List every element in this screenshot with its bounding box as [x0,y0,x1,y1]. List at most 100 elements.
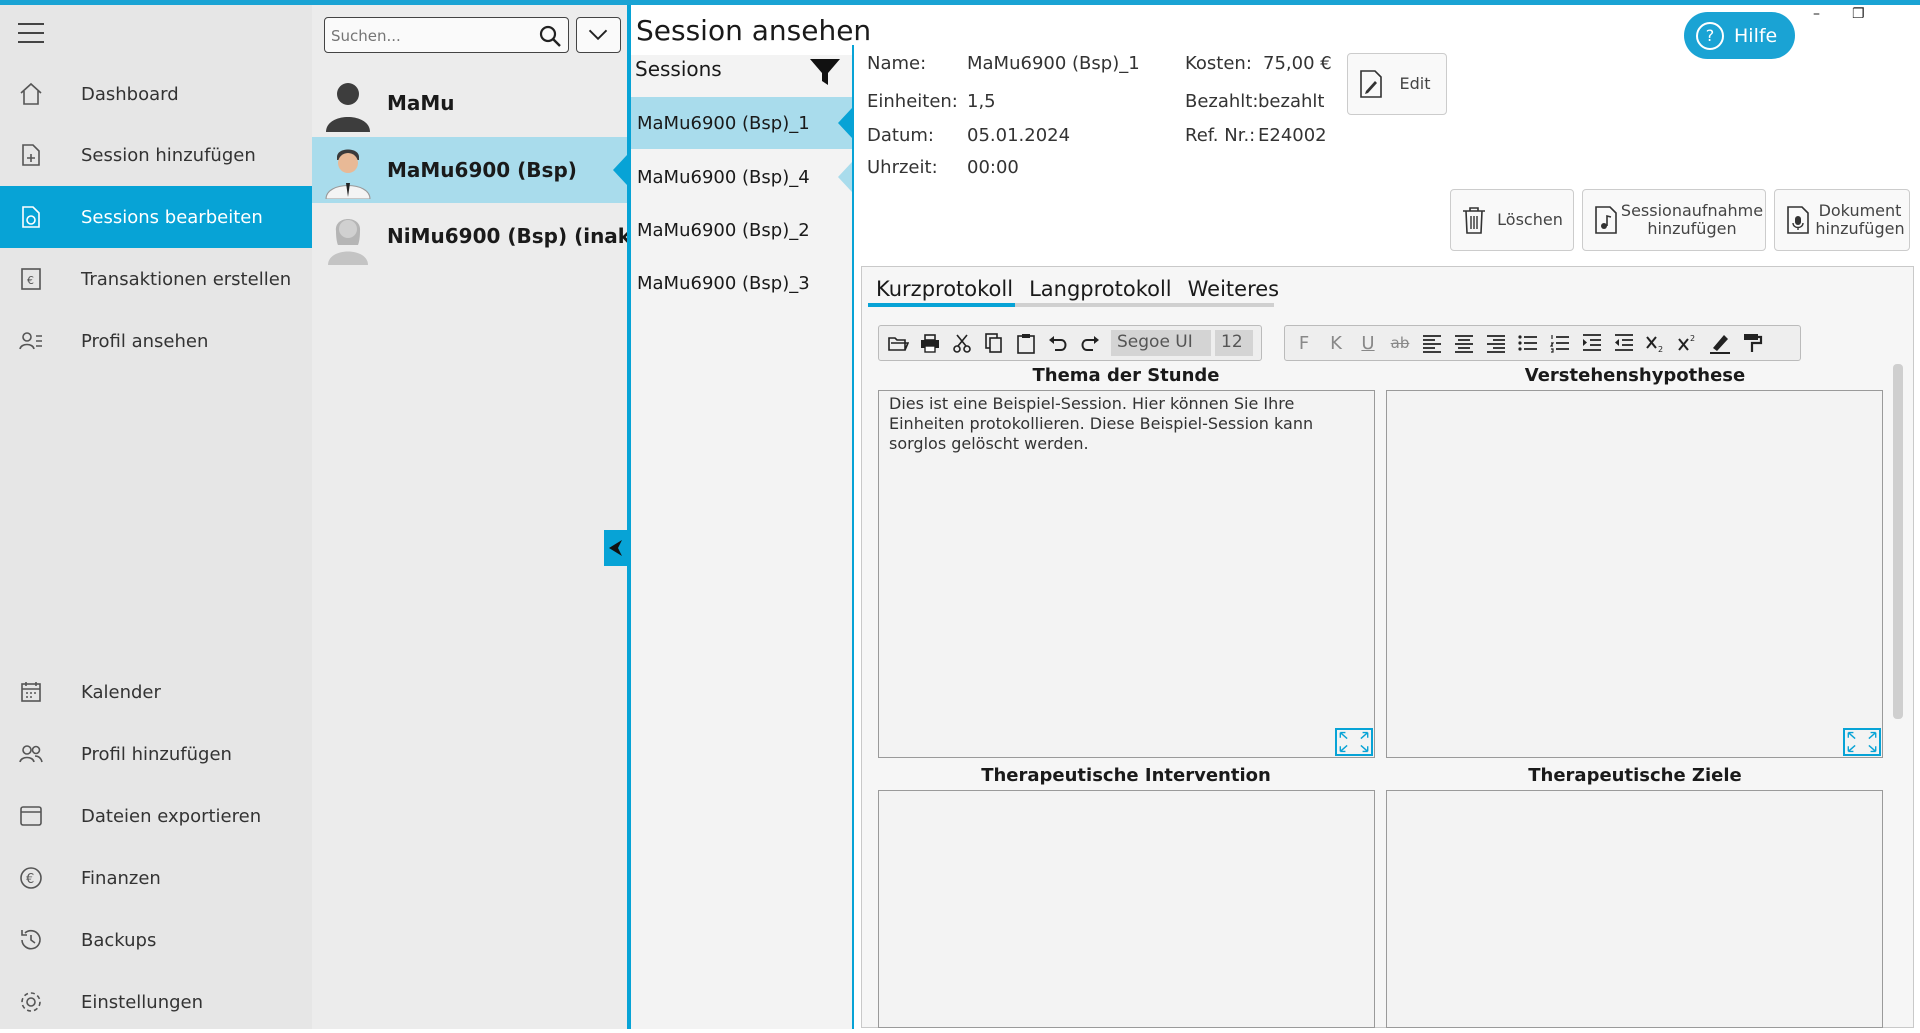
chevron-down-icon [588,29,608,41]
sessions-header: Sessions [635,57,722,81]
avatar [325,149,371,199]
thema-text: Dies ist eine Beispiel-Session. Hier kön… [889,394,1314,453]
collapse-arrow-icon [609,540,622,556]
open-folder-icon[interactable] [887,332,909,354]
nav-item-einstellungen[interactable]: Einstellungen [0,971,312,1033]
expand-icon[interactable] [1335,728,1373,756]
copy-icon[interactable] [983,332,1005,354]
outdent-icon[interactable] [1613,332,1635,354]
add-recording-button[interactable]: Sessionaufnahme hinzufügen [1582,189,1766,251]
delete-button[interactable]: Löschen [1450,189,1574,251]
add-recording-label: Sessionaufnahme hinzufügen [1619,202,1765,238]
nav-item-session-hinzufuegen[interactable]: Session hinzufügen [0,124,312,186]
font-family-select[interactable]: Segoe UI [1111,330,1211,356]
nav-item-dateien-exportieren[interactable]: Dateien exportieren [0,785,312,847]
selection-pointer [613,155,627,185]
session-item-selected[interactable]: MaMu6900 (Bsp)_1 [631,97,852,149]
numbered-list-icon[interactable] [1549,332,1571,354]
session-item[interactable]: MaMu6900 (Bsp)_3 [631,257,852,309]
nav-item-backups[interactable]: Backups [0,909,312,971]
search-box [324,17,569,53]
uhrzeit-value: 00:00 [967,157,1019,178]
subscript-icon[interactable]: 2 [1645,332,1667,354]
nav-item-transaktionen-erstellen[interactable]: € Transaktionen erstellen [0,248,312,310]
edit-button[interactable]: Edit [1347,53,1447,115]
archive-icon [20,806,42,826]
add-document-label-line2: hinzufügen [1815,219,1905,238]
highlighter-icon[interactable] [1709,332,1731,354]
nav-item-label: Session hinzufügen [81,144,256,166]
profile-list-icon [19,332,42,350]
redo-icon[interactable] [1079,332,1101,354]
paste-icon[interactable] [1015,332,1037,354]
restore-button[interactable]: ❐ [1852,6,1865,22]
verstehenshypothese-textarea[interactable] [1386,390,1883,758]
format-toolbar: F K U ab 2 2 [1284,325,1801,361]
nav-item-label: Dateien exportieren [81,805,262,827]
search-input[interactable] [331,24,531,48]
session-item[interactable]: MaMu6900 (Bsp)_2 [631,204,852,256]
gear-icon [21,992,41,1012]
add-document-label: Dokument hinzufügen [1811,202,1909,238]
session-name: MaMu6900 (Bsp)_2 [637,219,810,241]
history-icon [21,929,41,950]
superscript-icon[interactable]: 2 [1677,332,1699,354]
font-size-select[interactable]: 12 [1215,330,1253,356]
ziele-textarea[interactable] [1386,790,1883,1028]
client-item[interactable]: MaMu [312,70,627,136]
filter-icon[interactable] [808,55,842,89]
underline-button[interactable]: U [1357,332,1379,354]
align-right-icon[interactable] [1485,332,1507,354]
datum-label: Datum: [867,125,934,146]
bullet-list-icon[interactable] [1517,332,1539,354]
session-name: MaMu6900 (Bsp)_1 [637,112,810,134]
nav-item-sessions-bearbeiten[interactable]: Sessions bearbeiten [0,186,312,248]
client-item[interactable]: NiMu6900 (Bsp) (inakt [312,203,641,269]
minimize-button[interactable]: – [1813,6,1820,22]
indent-icon[interactable] [1581,332,1603,354]
file-toolbar: Segoe UI 12 [878,325,1262,361]
expand-icon[interactable] [1843,728,1881,756]
thema-textarea[interactable]: Dies ist eine Beispiel-Session. Hier kön… [878,390,1375,758]
print-icon[interactable] [919,332,941,354]
hover-pointer [838,162,852,192]
italic-button[interactable]: K [1325,332,1347,354]
bezahlt-value: bezahlt [1258,91,1325,112]
mic-document-icon [1787,206,1809,234]
format-painter-icon[interactable] [1741,332,1763,354]
nav-item-profil-hinzufuegen[interactable]: Profil hinzufügen [0,723,312,785]
editor-scrollbar[interactable] [1893,364,1903,719]
name-value: MaMu6900 (Bsp)_1 [967,53,1140,74]
document-edit-icon [22,206,40,228]
intervention-textarea[interactable] [878,790,1375,1028]
nav-item-finanzen[interactable]: € Finanzen [0,847,312,909]
add-recording-label-line1: Sessionaufnahme [1620,201,1764,220]
align-left-icon[interactable] [1421,332,1443,354]
selection-pointer [838,108,852,138]
strikethrough-button[interactable]: ab [1389,332,1411,354]
nav-item-label: Backups [81,929,157,951]
cut-icon[interactable] [951,332,973,354]
avatar [328,219,368,265]
document-plus-icon [22,144,40,166]
align-center-icon[interactable] [1453,332,1475,354]
client-filter-dropdown-button[interactable] [576,17,621,53]
nav-item-profil-ansehen[interactable]: Profil ansehen [0,310,312,372]
session-item[interactable]: MaMu6900 (Bsp)_4 [631,151,852,203]
client-item-selected[interactable]: MaMu6900 (Bsp) [312,137,627,203]
session-name: MaMu6900 (Bsp)_3 [637,272,810,294]
home-icon [20,82,42,105]
ref-value: E24002 [1258,125,1327,146]
nav-item-kalender[interactable]: Kalender [0,661,312,723]
collapse-panel-button[interactable] [604,530,627,566]
hamburger-menu-icon[interactable] [18,23,44,45]
nav-item-label: Einstellungen [81,991,204,1013]
bold-button[interactable]: F [1293,332,1315,354]
nav-item-dashboard[interactable]: Dashboard [0,63,312,125]
client-name: MaMu [387,91,455,115]
section-title-verstehenshypothese: Verstehenshypothese [1524,365,1746,386]
help-button[interactable]: ? Hilfe [1684,12,1795,59]
search-icon[interactable] [538,24,562,48]
undo-icon[interactable] [1047,332,1069,354]
add-document-button[interactable]: Dokument hinzufügen [1774,189,1910,251]
